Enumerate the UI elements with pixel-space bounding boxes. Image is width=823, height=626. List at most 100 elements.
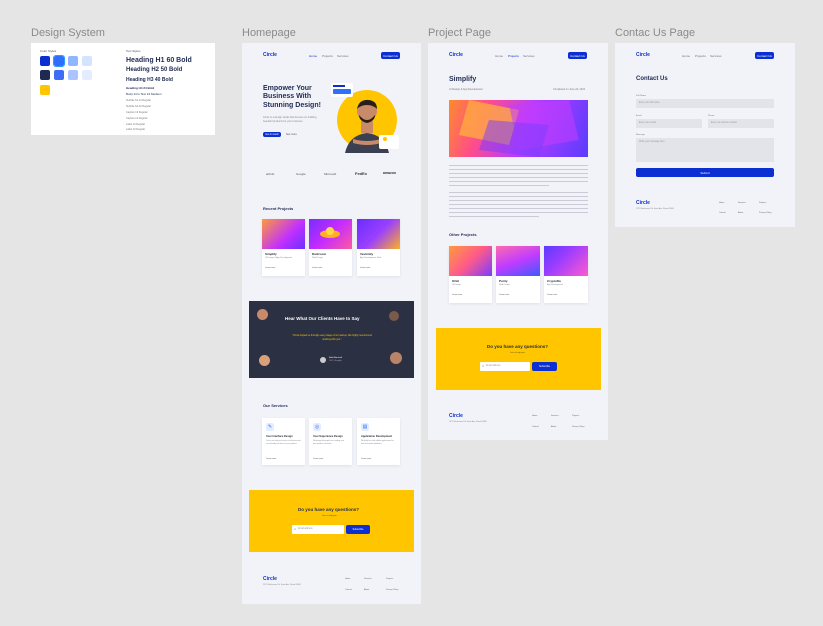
home-nav-projects[interactable]: Projects [322,54,333,58]
color-swatch[interactable] [68,56,78,66]
home-subscribe-button[interactable]: Subscribe [346,525,370,534]
submit-button[interactable]: Submit [636,168,774,177]
body-text-line [449,181,588,182]
service-card[interactable]: ▤ Application Development We build fast … [357,418,400,465]
service-card[interactable]: ◎ User Experience Design We design for p… [309,418,352,465]
color-swatch[interactable] [53,55,65,67]
other-project-card[interactable]: Cryptoflw App Development Learn more [544,246,588,303]
footer-link-home[interactable]: Home [345,578,350,580]
home-contact-button[interactable]: Contact Us [381,52,400,59]
project-footer-logo[interactable]: Circle [449,413,463,419]
project-subtitle: UI Design & App Development [449,88,483,91]
contact-footer-logo[interactable]: Circle [636,200,650,206]
contact-nav-services[interactable]: Services [710,54,722,58]
project-subscribe-button[interactable]: Subscribe [532,362,557,371]
home-nav-services[interactable]: Services [337,54,349,58]
color-swatch[interactable] [54,70,64,80]
contact-nav-home[interactable]: Home [682,54,690,58]
body-text-line [449,192,588,193]
footer-link-home[interactable]: Home [532,415,537,417]
project-nav-projects[interactable]: Projects [508,54,519,58]
footer-link-services[interactable]: Services [738,202,746,204]
recent-projects-title: Recent Projects [263,206,294,211]
label-12-sample: Label 12 Regular [126,123,146,126]
project-nav-services[interactable]: Services [523,54,535,58]
project-contact-button[interactable]: Contact Us [568,52,587,59]
footer-link-contact[interactable]: Contact [345,589,352,591]
email-field[interactable]: Enter your email [636,119,702,128]
project-nav-home[interactable]: Home [495,54,503,58]
full-name-input[interactable]: Enter your full name [636,99,774,108]
service-learn-more[interactable]: Learn more [266,458,276,460]
footer-link-privacy[interactable]: Privacy Policy [386,589,398,591]
other-project-card[interactable]: Orbit UI Design Learn more [449,246,492,303]
color-swatch[interactable] [68,70,78,80]
service-name: User Interface Design [266,435,293,438]
footer-link-services[interactable]: Services [551,415,559,417]
body-text-line [449,169,588,170]
project-learn-more[interactable]: Learn more [265,267,275,269]
heading-h3-sample: Heading H3 40 Bold [126,77,173,83]
project-page-frame[interactable]: Circle Home Projects Services Contact Us… [428,43,608,440]
project-learn-more[interactable]: Learn more [499,294,509,296]
footer-link-about[interactable]: About [738,212,743,214]
project-learn-more[interactable]: Learn more [360,267,370,269]
hero-see-more-link[interactable]: See more [286,133,297,136]
full-name-label: Full Name [636,95,646,97]
project-learn-more[interactable]: Learn more [452,294,462,296]
contact-page-frame[interactable]: Circle Home Projects Services Contact Us… [615,43,795,227]
home-logo[interactable]: Circle [263,52,277,58]
color-swatch[interactable] [40,56,50,66]
footer-link-home[interactable]: Home [719,202,724,204]
footer-link-about[interactable]: About [551,426,556,428]
service-card[interactable]: ✎ User Interface Design Circle can help … [262,418,305,465]
home-footer-logo[interactable]: Circle [263,576,277,582]
home-nav-home[interactable]: Home [309,54,317,58]
project-card[interactable]: Simplify UI Design & App Development Lea… [262,219,305,276]
project-logo[interactable]: Circle [449,52,463,58]
frame-label-project-page: Project Page [428,27,491,39]
footer-link-projects[interactable]: Projects [759,202,766,204]
color-swatch[interactable] [40,85,50,95]
project-card[interactable]: Vestimity App Development, Web Learn mor… [357,219,400,276]
service-learn-more[interactable]: Learn more [313,458,323,460]
home-email-input[interactable]: Email address [292,525,344,534]
project-email-input[interactable]: Email address [480,362,530,371]
project-title: Simplify [449,76,477,83]
brand-airbnb: airbnb [266,172,275,176]
service-description: We design for people first, making sure … [313,440,345,445]
project-subtitle: Web Design [499,284,510,286]
color-swatch[interactable] [82,56,92,66]
service-learn-more[interactable]: Learn more [361,458,371,460]
footer-link-privacy[interactable]: Privacy Policy [572,426,584,428]
footer-link-about[interactable]: About [364,589,369,591]
body-intro-sample: Body Intro Text 24 Medium [126,92,162,96]
footer-link-projects[interactable]: Projects [386,578,393,580]
contact-logo[interactable]: Circle [636,52,650,58]
message-textarea[interactable]: Write your message here [636,138,774,162]
footer-link-privacy[interactable]: Privacy Policy [759,212,771,214]
ux-design-icon: ◎ [313,423,321,431]
homepage-frame[interactable]: Circle Home Projects Services Contact Us… [242,43,421,604]
color-swatch[interactable] [82,70,92,80]
phone-field[interactable]: Enter your phone number [708,119,774,128]
footer-link-services[interactable]: Services [364,578,372,580]
mail-icon: ✉ [294,528,297,531]
contact-nav-projects[interactable]: Projects [695,54,706,58]
body-text-line [449,208,588,209]
color-swatch[interactable] [40,70,50,80]
heading-h1-sample: Heading H1 60 Bold [126,57,192,64]
project-card[interactable]: Darkroom Web Design Learn more [309,219,352,276]
footer-link-contact[interactable]: Contact [719,212,726,214]
testimonial-role: CEO, Simplify [329,360,342,362]
footer-link-contact[interactable]: Contact [532,426,539,428]
other-project-card[interactable]: Purity Web Design Learn more [496,246,540,303]
hero-get-in-touch-button[interactable]: Get in touch [263,132,281,137]
project-name: Vestimity [360,252,374,256]
project-learn-more[interactable]: Learn more [547,294,557,296]
footer-link-projects[interactable]: Projects [572,415,579,417]
brand-amazon: amazon [383,171,397,175]
design-system-frame[interactable]: Color Styles Text Styles Heading H1 60 B… [31,43,215,135]
project-learn-more[interactable]: Learn more [312,267,322,269]
contact-contact-button[interactable]: Contact Us [755,52,774,59]
